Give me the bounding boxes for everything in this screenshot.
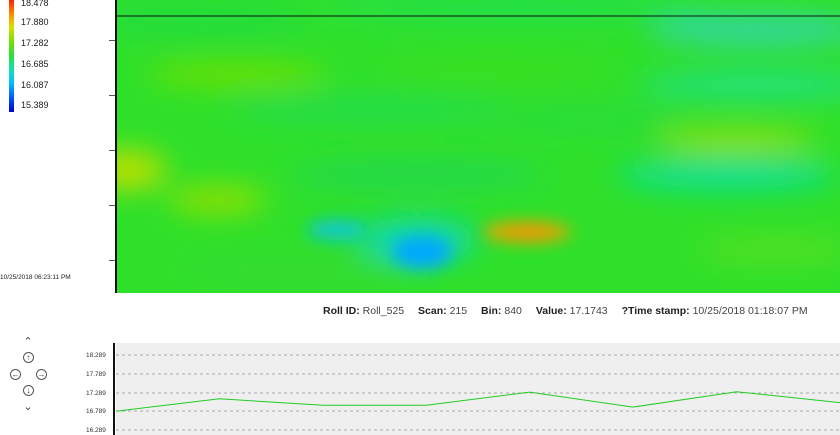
- scan-timestamp: 10/25/2018 06:23:11 PM: [0, 274, 71, 281]
- value-value: 17.1743: [569, 305, 608, 317]
- trend-line: [116, 391, 840, 412]
- cursor-info-bar: Roll ID: Roll_525 Scan: 215 Bin: 840 Val…: [323, 305, 808, 317]
- legend-label-2: 17.880: [21, 17, 49, 27]
- legend-label-3: 17.282: [21, 38, 49, 48]
- heatmap-plot[interactable]: [115, 0, 840, 293]
- arrow-left-circle-icon[interactable]: ←: [10, 369, 21, 380]
- arrow-up-circle-icon[interactable]: ↑: [23, 352, 34, 363]
- scan-label: Scan:: [418, 305, 447, 317]
- heatmap-image: [117, 0, 840, 293]
- color-scale-bar: [9, 0, 14, 112]
- legend-label-6: 15.389: [21, 100, 49, 110]
- scan-value: 215: [449, 305, 468, 317]
- timestamp-label: ?Time stamp:: [621, 305, 690, 317]
- trend-chart-svg: [116, 354, 840, 431]
- chevron-double-down-icon[interactable]: ⌄: [22, 401, 34, 413]
- roll-id-label: Roll ID:: [323, 305, 360, 317]
- trend-chart[interactable]: [116, 343, 840, 435]
- trend-tick-4: 16.789: [86, 408, 106, 415]
- legend-label-1: 18.478: [21, 0, 49, 8]
- legend-label-5: 16.087: [21, 80, 49, 90]
- trend-tick-1: 18.289: [86, 352, 106, 359]
- arrow-right-circle-icon[interactable]: →: [36, 369, 47, 380]
- trend-tick-2: 17.789: [86, 371, 106, 378]
- bin-value: 840: [504, 305, 522, 317]
- timestamp-value: 10/25/2018 01:18:07 PM: [692, 305, 808, 317]
- arrow-down-circle-icon[interactable]: ↓: [23, 385, 34, 396]
- roll-id-value: Roll_525: [362, 305, 405, 317]
- legend-label-4: 16.685: [21, 59, 49, 69]
- bin-label: Bin:: [481, 305, 502, 317]
- trend-tick-5: 16.289: [86, 427, 106, 434]
- chevron-double-up-icon[interactable]: ⌃: [22, 336, 34, 348]
- value-label: Value:: [535, 305, 567, 317]
- trend-tick-3: 17.289: [86, 390, 106, 397]
- trend-y-axis: [113, 343, 115, 435]
